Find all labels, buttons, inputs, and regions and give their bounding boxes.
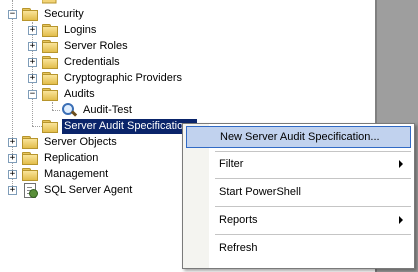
tree-node-credentials[interactable]: Credentials	[42, 54, 122, 70]
menu-item-label: New Server Audit Specification...	[220, 131, 380, 143]
menu-separator	[215, 206, 411, 207]
menu-item-filter[interactable]: Filter	[186, 153, 411, 175]
tree-node-label: Replication	[44, 151, 99, 164]
context-menu: New Server Audit Specification... Filter…	[182, 123, 415, 269]
folder-icon	[42, 24, 58, 37]
sql-agent-icon	[22, 183, 38, 198]
menu-separator	[215, 234, 411, 235]
folder-icon	[42, 40, 58, 53]
expand-collapse-button[interactable]: +	[28, 42, 37, 51]
tree-connector-line	[52, 110, 60, 111]
tree-node-label: Audit-Test	[83, 103, 132, 116]
tree-node-label: Management	[44, 167, 109, 180]
folder-icon	[22, 8, 38, 21]
expand-collapse-button[interactable]: −	[28, 90, 37, 99]
tree-node-server-objects[interactable]: Server Objects	[22, 134, 119, 150]
expand-collapse-button[interactable]: +	[28, 58, 37, 67]
tree-node-label: Server Roles	[64, 39, 128, 52]
tree-node-sql-server-agent[interactable]: SQL Server Agent	[22, 182, 134, 198]
tree-node-server-audit-specifications[interactable]: Server Audit Specifications	[42, 118, 197, 134]
tree-node-label: Audits	[64, 87, 95, 100]
tree-node-cryptographic-providers[interactable]: Cryptographic Providers	[42, 70, 184, 86]
tree-node-label: Server Audit Specifications	[62, 118, 197, 134]
expand-collapse-button[interactable]: +	[8, 138, 17, 147]
tree-node-label: Logins	[64, 23, 97, 36]
tree-connector-line	[52, 102, 53, 110]
menu-item-refresh[interactable]: Refresh	[186, 237, 411, 259]
tree-node-server-roles[interactable]: Server Roles	[42, 38, 130, 54]
tree-node-logins[interactable]: Logins	[42, 22, 98, 38]
folder-icon	[42, 72, 58, 85]
folder-icon	[42, 88, 58, 101]
magnifier-icon	[61, 103, 78, 117]
submenu-arrow-icon	[399, 160, 403, 168]
tree-node-label: SQL Server Agent	[44, 183, 133, 196]
partial-folder-icon	[41, 0, 58, 4]
menu-separator	[215, 178, 411, 179]
folder-icon	[22, 152, 38, 165]
folder-icon	[42, 120, 58, 133]
tree-node-label: Server Objects	[44, 135, 117, 148]
tree-node-label: Cryptographic Providers	[64, 71, 182, 84]
tree-connector-line	[12, 0, 13, 192]
tree-connector-line	[32, 126, 42, 127]
folder-icon	[22, 168, 38, 181]
menu-item-new-server-audit-specification[interactable]: New Server Audit Specification...	[186, 126, 411, 148]
menu-item-reports[interactable]: Reports	[186, 209, 411, 231]
folder-icon	[22, 136, 38, 149]
expand-collapse-button[interactable]: +	[8, 154, 17, 163]
folder-icon	[42, 56, 58, 69]
menu-separator	[215, 151, 411, 152]
expand-collapse-button[interactable]: +	[28, 74, 37, 83]
tree-node-replication[interactable]: Replication	[22, 150, 100, 166]
menu-item-label: Start PowerShell	[219, 186, 301, 198]
menu-item-start-powershell[interactable]: Start PowerShell	[186, 181, 411, 203]
tree-node-audit-test[interactable]: Audit-Test	[61, 102, 134, 118]
expand-collapse-button[interactable]: +	[8, 170, 17, 179]
expand-collapse-button[interactable]: −	[8, 10, 17, 19]
menu-item-label: Filter	[219, 158, 244, 170]
tree-node-label: Credentials	[64, 55, 120, 68]
expand-collapse-button[interactable]: +	[28, 26, 37, 35]
menu-item-label: Refresh	[219, 242, 258, 254]
menu-item-label: Reports	[219, 214, 258, 226]
tree-node-security[interactable]: Security	[22, 6, 86, 22]
submenu-arrow-icon	[399, 216, 403, 224]
tree-node-audits[interactable]: Audits	[42, 86, 97, 102]
tree-node-management[interactable]: Management	[22, 166, 110, 182]
expand-collapse-button[interactable]: +	[8, 186, 17, 195]
tree-node-label: Security	[44, 7, 84, 20]
